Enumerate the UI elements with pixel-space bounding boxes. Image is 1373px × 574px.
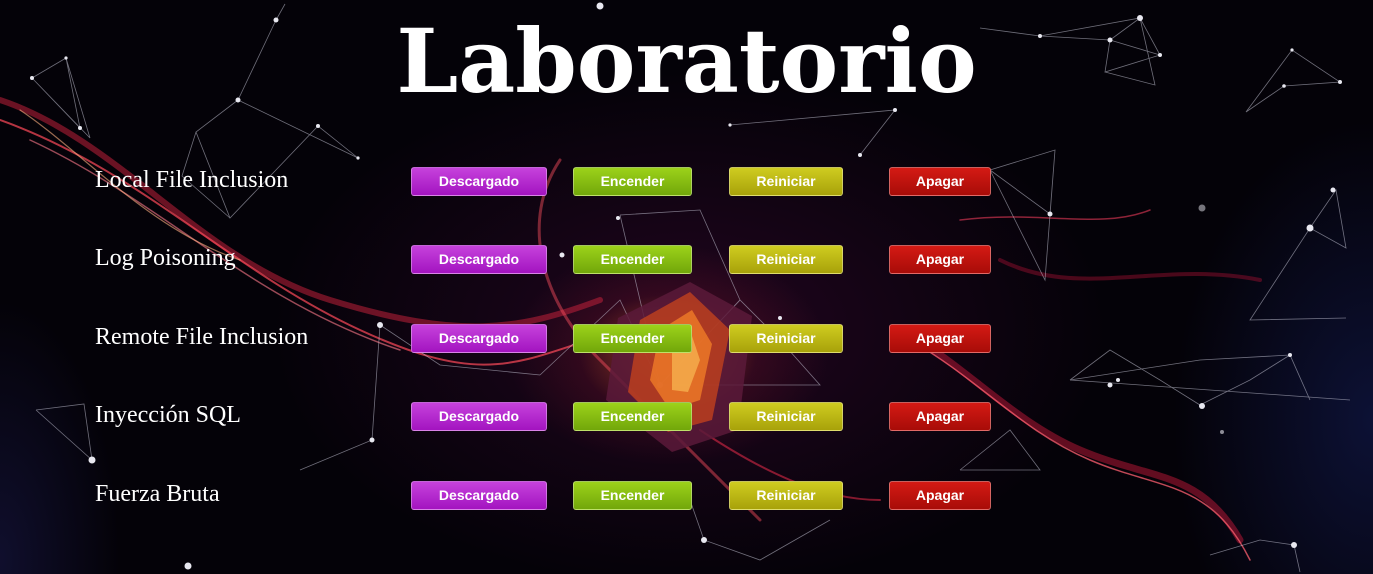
power-off-button[interactable]: Apagar (889, 167, 991, 196)
power-on-button[interactable]: Encender (573, 402, 692, 431)
power-on-button[interactable]: Encender (573, 324, 692, 353)
lab-name: Inyección SQL (95, 402, 241, 428)
restart-button[interactable]: Reiniciar (729, 481, 843, 510)
lab-row-local-file-inclusion: Local File Inclusion Descargado Encender… (0, 166, 1373, 206)
lab-row-brute-force: Fuerza Bruta Descargado Encender Reinici… (0, 480, 1373, 520)
power-off-button[interactable]: Apagar (889, 245, 991, 274)
power-on-button[interactable]: Encender (573, 167, 692, 196)
power-off-button[interactable]: Apagar (889, 402, 991, 431)
lab-name: Fuerza Bruta (95, 481, 220, 507)
lab-row-remote-file-inclusion: Remote File Inclusion Descargado Encende… (0, 323, 1373, 363)
page-title: Laboratorio (396, 9, 977, 113)
lab-name: Remote File Inclusion (95, 324, 309, 350)
lab-page: Laboratorio Local File Inclusion Descarg… (0, 0, 1373, 574)
power-on-button[interactable]: Encender (573, 245, 692, 274)
power-off-button[interactable]: Apagar (889, 481, 991, 510)
lab-name: Log Poisoning (95, 245, 236, 271)
restart-button[interactable]: Reiniciar (729, 402, 843, 431)
download-button[interactable]: Descargado (411, 245, 547, 274)
restart-button[interactable]: Reiniciar (729, 324, 843, 353)
download-button[interactable]: Descargado (411, 402, 547, 431)
download-button[interactable]: Descargado (411, 167, 547, 196)
power-off-button[interactable]: Apagar (889, 324, 991, 353)
restart-button[interactable]: Reiniciar (729, 167, 843, 196)
lab-row-sql-injection: Inyección SQL Descargado Encender Reinic… (0, 401, 1373, 441)
download-button[interactable]: Descargado (411, 324, 547, 353)
power-on-button[interactable]: Encender (573, 481, 692, 510)
restart-button[interactable]: Reiniciar (729, 245, 843, 274)
lab-name: Local File Inclusion (95, 167, 289, 193)
download-button[interactable]: Descargado (411, 481, 547, 510)
lab-row-log-poisoning: Log Poisoning Descargado Encender Reinic… (0, 244, 1373, 284)
